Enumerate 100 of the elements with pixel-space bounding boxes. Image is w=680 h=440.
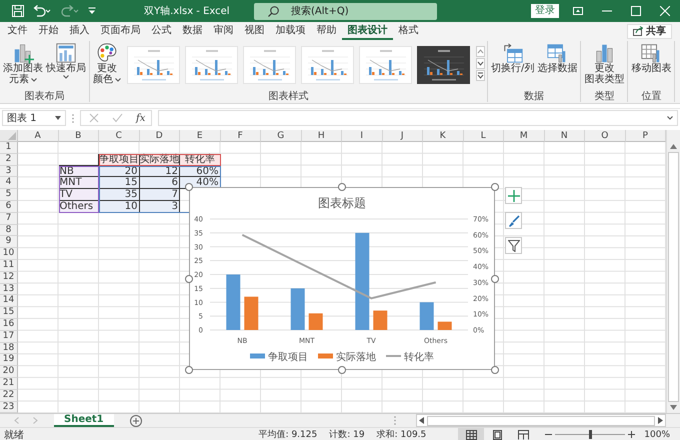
row-header[interactable]: 10	[0, 248, 18, 260]
resize-handle[interactable]	[338, 183, 346, 191]
search-field[interactable]: 搜索(Alt+Q)	[254, 2, 437, 20]
row-header[interactable]: 21	[0, 378, 18, 390]
resize-handle[interactable]	[491, 366, 499, 374]
normal-view-button[interactable]	[458, 428, 484, 440]
scroll-down-icon[interactable]	[670, 405, 677, 410]
column-header[interactable]: A	[18, 130, 58, 142]
column-header[interactable]: L	[464, 130, 504, 142]
add-chart-element-button[interactable]: 添加图表 元素	[2, 42, 44, 85]
share-button[interactable]: 共享	[627, 24, 672, 38]
table-cell[interactable]: TV	[58, 189, 99, 201]
row-header[interactable]: 6	[0, 200, 18, 213]
quick-layout-button[interactable]: 快速布局	[45, 42, 87, 78]
row-header[interactable]: 11	[0, 260, 18, 272]
chart-elements-button[interactable]	[505, 187, 522, 204]
row-header[interactable]: 15	[0, 307, 18, 319]
resize-handle[interactable]	[491, 183, 499, 191]
resize-handle[interactable]	[338, 366, 346, 374]
resize-handle[interactable]	[185, 366, 193, 374]
row-header[interactable]: 19	[0, 354, 18, 366]
column-header[interactable]: C	[99, 130, 140, 142]
column-header[interactable]: P	[626, 130, 666, 142]
table-cell[interactable]: MNT	[58, 177, 99, 190]
row-header[interactable]: 9	[0, 236, 18, 248]
table-cell[interactable]: 15	[99, 177, 140, 190]
ribbon-tab[interactable]: 公式	[146, 22, 177, 40]
scroll-left-icon[interactable]	[419, 417, 424, 424]
chart-styles-button[interactable]	[505, 212, 522, 229]
table-cell[interactable]: 35	[99, 189, 140, 201]
sheet-tab[interactable]: Sheet1	[54, 414, 114, 428]
row-header[interactable]: 17	[0, 330, 18, 343]
ribbon-tab[interactable]: 页面布局	[95, 22, 146, 40]
maximize-icon[interactable]	[631, 6, 641, 16]
column-header[interactable]: M	[504, 130, 544, 142]
undo-icon[interactable]	[32, 5, 52, 17]
insert-function-button[interactable]: fx	[136, 112, 146, 124]
column-header[interactable]: G	[261, 130, 302, 142]
ribbon-tab[interactable]: 插入	[64, 22, 95, 40]
select-data-button[interactable]: 选择数据	[536, 42, 578, 74]
row-header[interactable]: 2	[0, 154, 18, 166]
ribbon-tab[interactable]: 审阅	[208, 22, 239, 40]
scroll-right-icon[interactable]	[658, 417, 663, 424]
move-chart-button[interactable]: 移动图表	[630, 42, 672, 74]
chart-filters-button[interactable]	[505, 237, 522, 254]
row-header[interactable]: 22	[0, 390, 18, 402]
sign-in-button[interactable]: 登录	[531, 4, 559, 18]
resize-handle[interactable]	[185, 183, 193, 191]
row-header[interactable]: 14	[0, 295, 18, 308]
ribbon-tab[interactable]: 数据	[177, 22, 208, 40]
row-header[interactable]: 3	[0, 166, 18, 178]
scroll-down-icon[interactable]	[476, 58, 485, 69]
column-header[interactable]: E	[180, 130, 220, 142]
change-colors-button[interactable]: 更改 颜色	[92, 42, 122, 85]
row-header[interactable]: 4	[0, 177, 18, 190]
column-header[interactable]: O	[585, 130, 626, 142]
vertical-scrollbar[interactable]	[666, 130, 680, 414]
legend-item[interactable]: 转化率	[386, 352, 434, 363]
ribbon-tab[interactable]: 帮助	[311, 22, 342, 40]
ribbon-tab[interactable]: 文件	[2, 22, 33, 40]
column-header[interactable]: B	[58, 130, 99, 142]
column-header[interactable]: J	[382, 130, 423, 142]
switch-row-column-button[interactable]: 切换行/列	[490, 42, 536, 74]
formula-input[interactable]	[158, 110, 678, 126]
row-header[interactable]: 16	[0, 318, 18, 331]
zoom-level[interactable]: 100%	[644, 430, 670, 440]
dropdown-icon[interactable]	[55, 116, 61, 120]
name-box[interactable]: 图表 1	[2, 110, 66, 126]
ribbon-tab[interactable]: 图表设计	[342, 22, 393, 40]
row-header[interactable]: 20	[0, 366, 18, 378]
row-header[interactable]: 13	[0, 284, 18, 296]
ribbon-tab[interactable]: 开始	[33, 22, 64, 40]
row-header[interactable]: 18	[0, 342, 18, 354]
ribbon-display-icon[interactable]	[573, 7, 583, 15]
legend-item[interactable]: 争取项目	[250, 352, 308, 363]
more-icon[interactable]	[476, 70, 485, 81]
row-header[interactable]: 12	[0, 272, 18, 284]
table-cell[interactable]: 6	[140, 177, 180, 190]
add-sheet-icon[interactable]	[130, 414, 142, 427]
table-cell[interactable]: 7	[140, 189, 180, 201]
row-header[interactable]: 5	[0, 189, 18, 201]
column-header[interactable]: D	[140, 130, 180, 142]
scroll-up-icon[interactable]	[670, 144, 677, 149]
column-header[interactable]: H	[302, 130, 342, 142]
legend-item[interactable]: 实际落地	[318, 352, 376, 363]
column-header[interactable]: N	[544, 130, 585, 142]
save-icon[interactable]	[12, 5, 24, 17]
row-header[interactable]: 23	[0, 402, 18, 414]
resize-handle[interactable]	[185, 274, 193, 282]
ribbon-tab[interactable]: 视图	[239, 22, 270, 40]
ribbon-tab[interactable]: 加载项	[270, 22, 311, 40]
row-header[interactable]: 8	[0, 224, 18, 236]
chart-style-thumbnail[interactable]	[417, 46, 470, 84]
row-header[interactable]: 7	[0, 212, 18, 225]
expand-icon[interactable]	[667, 116, 673, 120]
column-header[interactable]: K	[423, 130, 464, 142]
zoom-in-icon[interactable]	[628, 431, 636, 438]
line-series[interactable]	[242, 234, 436, 300]
ribbon-tab[interactable]: 格式	[393, 22, 424, 40]
change-chart-type-button[interactable]: 更改 图表类型	[583, 42, 626, 85]
